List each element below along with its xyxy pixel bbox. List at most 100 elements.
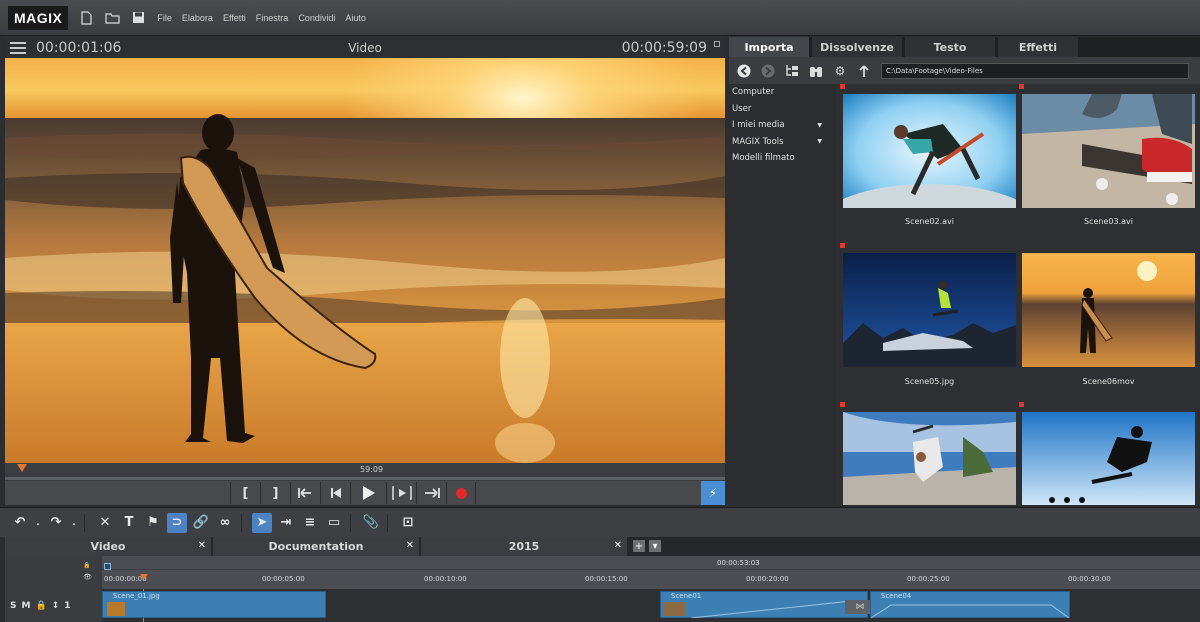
- tab-dissolvenze[interactable]: Dissolvenze: [812, 37, 902, 57]
- clip-scene01[interactable]: Scene01: [660, 591, 868, 618]
- tree-item-magix-tools[interactable]: MAGIX Tools ▼: [729, 134, 836, 151]
- menu-effetti[interactable]: Effetti: [218, 13, 251, 23]
- video-preview[interactable]: [5, 58, 725, 463]
- scrub-playhead[interactable]: [17, 464, 27, 472]
- selection-marker: [840, 84, 845, 89]
- menu-file[interactable]: File: [152, 13, 177, 23]
- text-icon[interactable]: T: [119, 513, 139, 533]
- previous-frame-button[interactable]: [320, 482, 350, 504]
- lock-icon[interactable]: 🔒: [83, 562, 93, 570]
- range-start-marker[interactable]: [104, 563, 111, 570]
- mark-in-button[interactable]: [: [230, 482, 260, 504]
- file-name: Scene06mov: [1082, 377, 1135, 386]
- record-button[interactable]: [446, 482, 476, 504]
- clip-label: Scene01: [671, 592, 702, 600]
- tree-item-computer[interactable]: Computer: [729, 84, 836, 101]
- thumbnail-scene07[interactable]: [843, 412, 1016, 505]
- mark-out-button[interactable]: ]: [260, 482, 290, 504]
- thumbnail-scene08[interactable]: [1022, 412, 1195, 505]
- toolbar-divider: [241, 513, 242, 532]
- undo-icon[interactable]: ↶: [10, 513, 30, 533]
- tree-item-templates[interactable]: Modelli filmato: [729, 150, 836, 167]
- clip-scene04[interactable]: Scene04: [870, 591, 1070, 618]
- menu-finestra[interactable]: Finestra: [251, 13, 294, 23]
- marker-icon[interactable]: ⚑: [143, 513, 163, 533]
- tab-testo[interactable]: Testo: [905, 37, 995, 57]
- record-icon: [455, 487, 467, 499]
- undo-dropdown-icon[interactable]: .: [34, 513, 42, 533]
- close-icon[interactable]: ✕: [614, 540, 622, 551]
- tab-importa[interactable]: Importa: [729, 37, 809, 57]
- storyboard-mode-icon[interactable]: ▭: [324, 513, 344, 533]
- range-mode-icon[interactable]: ⇥: [276, 513, 296, 533]
- tab-documentation[interactable]: Documentation ✕: [213, 537, 419, 556]
- thumbnail-scene03[interactable]: [1022, 94, 1195, 208]
- solo-button[interactable]: S: [10, 601, 16, 611]
- thumbnail-scene06[interactable]: [1022, 253, 1195, 367]
- toolbar-divider: [387, 513, 388, 532]
- close-icon[interactable]: ✕: [198, 540, 206, 551]
- pointer-icon[interactable]: ➤: [252, 512, 272, 533]
- save-icon[interactable]: [130, 10, 146, 26]
- expand-icon[interactable]: ↕: [52, 601, 60, 611]
- tree-item-label: Computer: [732, 87, 775, 98]
- unlink-icon[interactable]: ∞: [215, 513, 235, 533]
- go-to-in-button[interactable]: [290, 482, 320, 504]
- add-tab-icon[interactable]: +: [633, 540, 645, 552]
- ruler-label: 00:00:15:00: [585, 575, 628, 583]
- folder-tree-icon[interactable]: [783, 62, 801, 80]
- tab-menu-icon[interactable]: ▾: [649, 540, 661, 552]
- split-icon[interactable]: ⊃: [167, 512, 187, 533]
- thumbnail-scene02[interactable]: [843, 94, 1016, 208]
- gear-icon[interactable]: ⚙: [831, 62, 849, 80]
- menu-elabora[interactable]: Elabora: [177, 13, 218, 23]
- paperclip-icon[interactable]: 📎: [361, 513, 381, 533]
- chevron-down-icon[interactable]: ▼: [817, 122, 822, 129]
- tree-item-user[interactable]: User: [729, 101, 836, 118]
- preview-scrubber[interactable]: 59:09: [5, 463, 725, 481]
- multi-track-mode-icon[interactable]: ≡: [300, 513, 320, 533]
- redo-icon[interactable]: ↷: [46, 513, 66, 533]
- media-pool-tabs: Importa Dissolvenze Testo Effetti: [729, 37, 1200, 57]
- zoom-fit-icon[interactable]: ⊡: [398, 513, 418, 533]
- play-range-button[interactable]: [386, 482, 416, 504]
- new-file-icon[interactable]: [78, 10, 94, 26]
- clip-scene01-jpg[interactable]: Scene_01.jpg: [102, 591, 326, 618]
- menu-items: File Elabora Effetti Finestra Condividi …: [152, 13, 370, 23]
- ruler-current-time: 00:00:53:03: [717, 559, 760, 567]
- open-folder-icon[interactable]: [104, 10, 120, 26]
- binoculars-icon[interactable]: [807, 62, 825, 80]
- menu-aiuto[interactable]: Aiuto: [340, 13, 371, 23]
- play-button[interactable]: [350, 482, 386, 504]
- thumbnail-scene05[interactable]: [843, 253, 1016, 367]
- tree-item-label: User: [732, 103, 752, 114]
- maximize-icon[interactable]: [714, 41, 720, 47]
- tab-effetti[interactable]: Effetti: [998, 37, 1078, 57]
- selection-marker: [1019, 402, 1024, 407]
- timeline-playhead[interactable]: [140, 574, 148, 580]
- mute-button[interactable]: M: [21, 601, 30, 611]
- timeline-ruler[interactable]: 00:00:53:03 00:00:00:00 00:00:05:00 00:0…: [102, 556, 1200, 589]
- tree-item-my-media[interactable]: I miei media ▼: [729, 117, 836, 134]
- video-track[interactable]: Scene_01.jpg Scene01 ⋈ Scene04: [102, 589, 1200, 622]
- close-icon[interactable]: ✕: [406, 540, 414, 551]
- chevron-down-icon[interactable]: ▼: [817, 138, 822, 145]
- clip-label: Scene04: [881, 592, 912, 600]
- back-icon[interactable]: [735, 62, 753, 80]
- link-icon[interactable]: 🔗: [191, 513, 211, 533]
- file-name: Scene05.jpg: [904, 377, 955, 386]
- track-header: S M 🔒 ↕ 1: [5, 589, 97, 622]
- menu-condividi[interactable]: Condividi: [293, 13, 340, 23]
- lightning-icon[interactable]: ⚡: [701, 481, 725, 505]
- redo-dropdown-icon[interactable]: .: [70, 513, 78, 533]
- forward-icon[interactable]: [759, 62, 777, 80]
- up-folder-icon[interactable]: [855, 62, 873, 80]
- lock-icon[interactable]: 🔒: [35, 601, 46, 611]
- eye-icon[interactable]: 👁: [83, 573, 93, 581]
- delete-icon[interactable]: ✕: [95, 513, 115, 533]
- go-to-out-button[interactable]: [416, 482, 446, 504]
- tab-2015[interactable]: 2015 ✕: [421, 537, 627, 556]
- tab-video[interactable]: Video ✕: [5, 537, 211, 556]
- timeline-tabs: Video ✕ Documentation ✕ 2015 ✕ + ▾: [5, 537, 1200, 556]
- path-field[interactable]: C:\Data\Footage\Video-Files: [881, 62, 1189, 79]
